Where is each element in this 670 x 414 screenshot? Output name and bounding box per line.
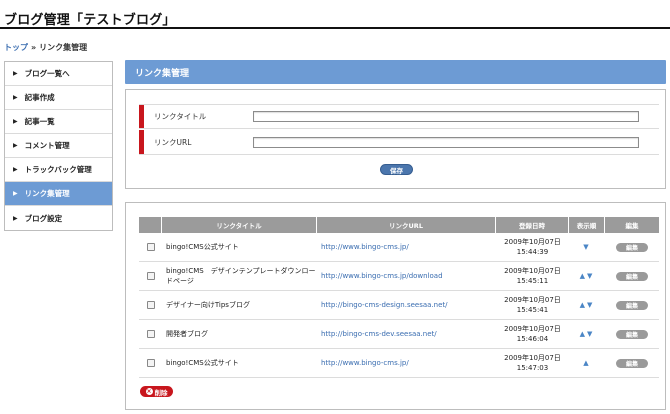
sidebar: ▶ ブログ一覧へ ▶ 記事作成 ▶ 記事一覧 ▶ コメント管理 ▶ トラックバック管理 ▶… (4, 61, 113, 231)
column-header-date: 登録日時 (496, 217, 569, 233)
row-date-time: 15:46:04 (516, 335, 549, 343)
sidebar-item-blog-list[interactable]: ▶ ブログ一覧へ (5, 62, 112, 86)
row-checkbox[interactable] (146, 330, 155, 338)
table-row: bingo!CMS公式サイト http://www.bingo-cms.jp/ … (139, 349, 659, 378)
row-title: デザイナー向けTipsブログ (166, 301, 250, 309)
table-row: bingo!CMS デザインテンプレートダウンロードページ http://www… (139, 262, 659, 291)
sidebar-item-label: 記事一覧 (24, 117, 55, 126)
row-title: 開発者ブログ (166, 330, 208, 338)
sidebar-item-comments[interactable]: ▶ コメント管理 (5, 134, 112, 158)
order-arrows-icon[interactable]: ▲ (569, 349, 605, 377)
row-date-day: 2009年10月07日 (504, 296, 561, 304)
delete-button-label: 削除 (154, 388, 168, 397)
column-header-url: リンクURL (317, 217, 496, 233)
link-title-input[interactable] (253, 111, 639, 122)
row-date-time: 15:47:03 (516, 364, 549, 372)
row-checkbox[interactable] (146, 301, 155, 309)
link-list: リンクタイトル リンクURL 登録日時 表示順 編集 bingo!CMS公式サイ… (125, 202, 666, 410)
row-url-link[interactable]: http://bingo-cms-design.seesaa.net/ (317, 291, 496, 319)
link-url-label: リンクURL (154, 137, 192, 147)
sidebar-item-blog-settings[interactable]: ▶ ブログ設定 (5, 206, 112, 230)
triangle-right-icon: ▶ (13, 166, 18, 173)
edit-button[interactable]: 編集 (616, 300, 648, 310)
row-date: 2009年10月07日 15:45:41 (496, 291, 569, 319)
link-title-label: リンクタイトル (154, 112, 207, 121)
triangle-right-icon: ▶ (13, 142, 18, 149)
row-date: 2009年10月07日 15:47:03 (496, 349, 569, 377)
sidebar-item-new-post[interactable]: ▶ 記事作成 (5, 86, 112, 110)
row-url-link[interactable]: http://www.bingo-cms.jp/ (317, 349, 496, 377)
sidebar-item-label: リンク集管理 (24, 189, 70, 198)
order-arrows-icon[interactable]: ▲▼ (569, 262, 605, 290)
order-arrows-icon[interactable]: ▼ (569, 233, 605, 261)
edit-button[interactable]: 編集 (616, 271, 648, 281)
row-date-time: 15:44:39 (516, 248, 549, 256)
triangle-right-icon: ▶ (13, 70, 18, 77)
title-divider (0, 27, 670, 29)
table-row: 開発者ブログ http://bingo-cms-dev.seesaa.net/ … (139, 320, 659, 349)
table-header: リンクタイトル リンクURL 登録日時 表示順 編集 (139, 217, 659, 233)
save-button[interactable]: 保存 (380, 164, 413, 175)
sidebar-item-label: コメント管理 (24, 141, 70, 150)
order-arrows-icon[interactable]: ▲▼ (569, 291, 605, 319)
page-title: ブログ管理「テストブログ」 (4, 13, 176, 28)
triangle-right-icon: ▶ (13, 190, 18, 197)
row-url-link[interactable]: http://www.bingo-cms.jp/ (317, 233, 496, 261)
triangle-right-icon: ▶ (13, 118, 18, 125)
row-date-time: 15:45:11 (516, 277, 549, 285)
row-checkbox[interactable] (146, 359, 155, 367)
edit-button[interactable]: 編集 (616, 329, 648, 339)
breadcrumb-current: リンク集管理 (39, 43, 88, 52)
breadcrumb: トップ» リンク集管理 (4, 42, 87, 53)
order-arrows-icon[interactable]: ▲▼ (569, 320, 605, 348)
column-header-order: 表示順 (569, 217, 605, 233)
table-row: bingo!CMS公式サイト http://www.bingo-cms.jp/ … (139, 233, 659, 262)
triangle-right-icon: ▶ (13, 214, 18, 222)
row-title: bingo!CMS デザインテンプレートダウンロードページ (166, 267, 316, 285)
column-header-title: リンクタイトル (162, 217, 317, 233)
row-checkbox[interactable] (146, 243, 155, 251)
sidebar-item-label: トラックバック管理 (24, 165, 92, 174)
row-checkbox[interactable] (146, 272, 155, 280)
row-url-link[interactable]: http://bingo-cms-dev.seesaa.net/ (317, 320, 496, 348)
triangle-right-icon: ▶ (13, 94, 18, 101)
row-title: bingo!CMS公式サイト (166, 359, 239, 367)
row-date-day: 2009年10月07日 (504, 238, 561, 246)
edit-button[interactable]: 編集 (616, 242, 648, 252)
form-row-title: リンクタイトル (139, 104, 659, 129)
row-date: 2009年10月07日 15:45:11 (496, 262, 569, 290)
breadcrumb-home-link[interactable]: トップ (4, 43, 28, 52)
row-url-link[interactable]: http://www.bingo-cms.jp/download (317, 262, 496, 290)
column-header-edit: 編集 (605, 217, 659, 233)
breadcrumb-separator: » (31, 43, 37, 52)
row-date: 2009年10月07日 15:46:04 (496, 320, 569, 348)
close-circle-icon: × (145, 387, 153, 395)
row-date-day: 2009年10月07日 (504, 354, 561, 362)
sidebar-item-post-list[interactable]: ▶ 記事一覧 (5, 110, 112, 134)
link-url-input[interactable] (253, 136, 639, 148)
section-heading: リンク集管理 (125, 60, 666, 84)
row-date-day: 2009年10月07日 (504, 325, 561, 333)
column-header-select (139, 217, 162, 233)
sidebar-item-label: ブログ設定 (24, 213, 63, 223)
form-row-url: リンクURL (139, 130, 659, 155)
table-row: デザイナー向けTipsブログ http://bingo-cms-design.s… (139, 291, 659, 320)
row-date: 2009年10月07日 15:44:39 (496, 233, 569, 261)
row-title: bingo!CMS公式サイト (166, 243, 239, 251)
sidebar-item-links[interactable]: ▶ リンク集管理 (5, 182, 112, 206)
edit-button[interactable]: 編集 (616, 358, 648, 368)
sidebar-item-label: ブログ一覧へ (24, 69, 70, 78)
row-date-time: 15:45:41 (516, 306, 549, 314)
row-date-day: 2009年10月07日 (504, 267, 561, 275)
sidebar-item-label: 記事作成 (24, 93, 55, 102)
delete-button[interactable]: × 削除 (140, 386, 173, 397)
sidebar-item-trackbacks[interactable]: ▶ トラックバック管理 (5, 158, 112, 182)
link-form: リンクタイトル リンクURL 保存 (125, 89, 666, 189)
